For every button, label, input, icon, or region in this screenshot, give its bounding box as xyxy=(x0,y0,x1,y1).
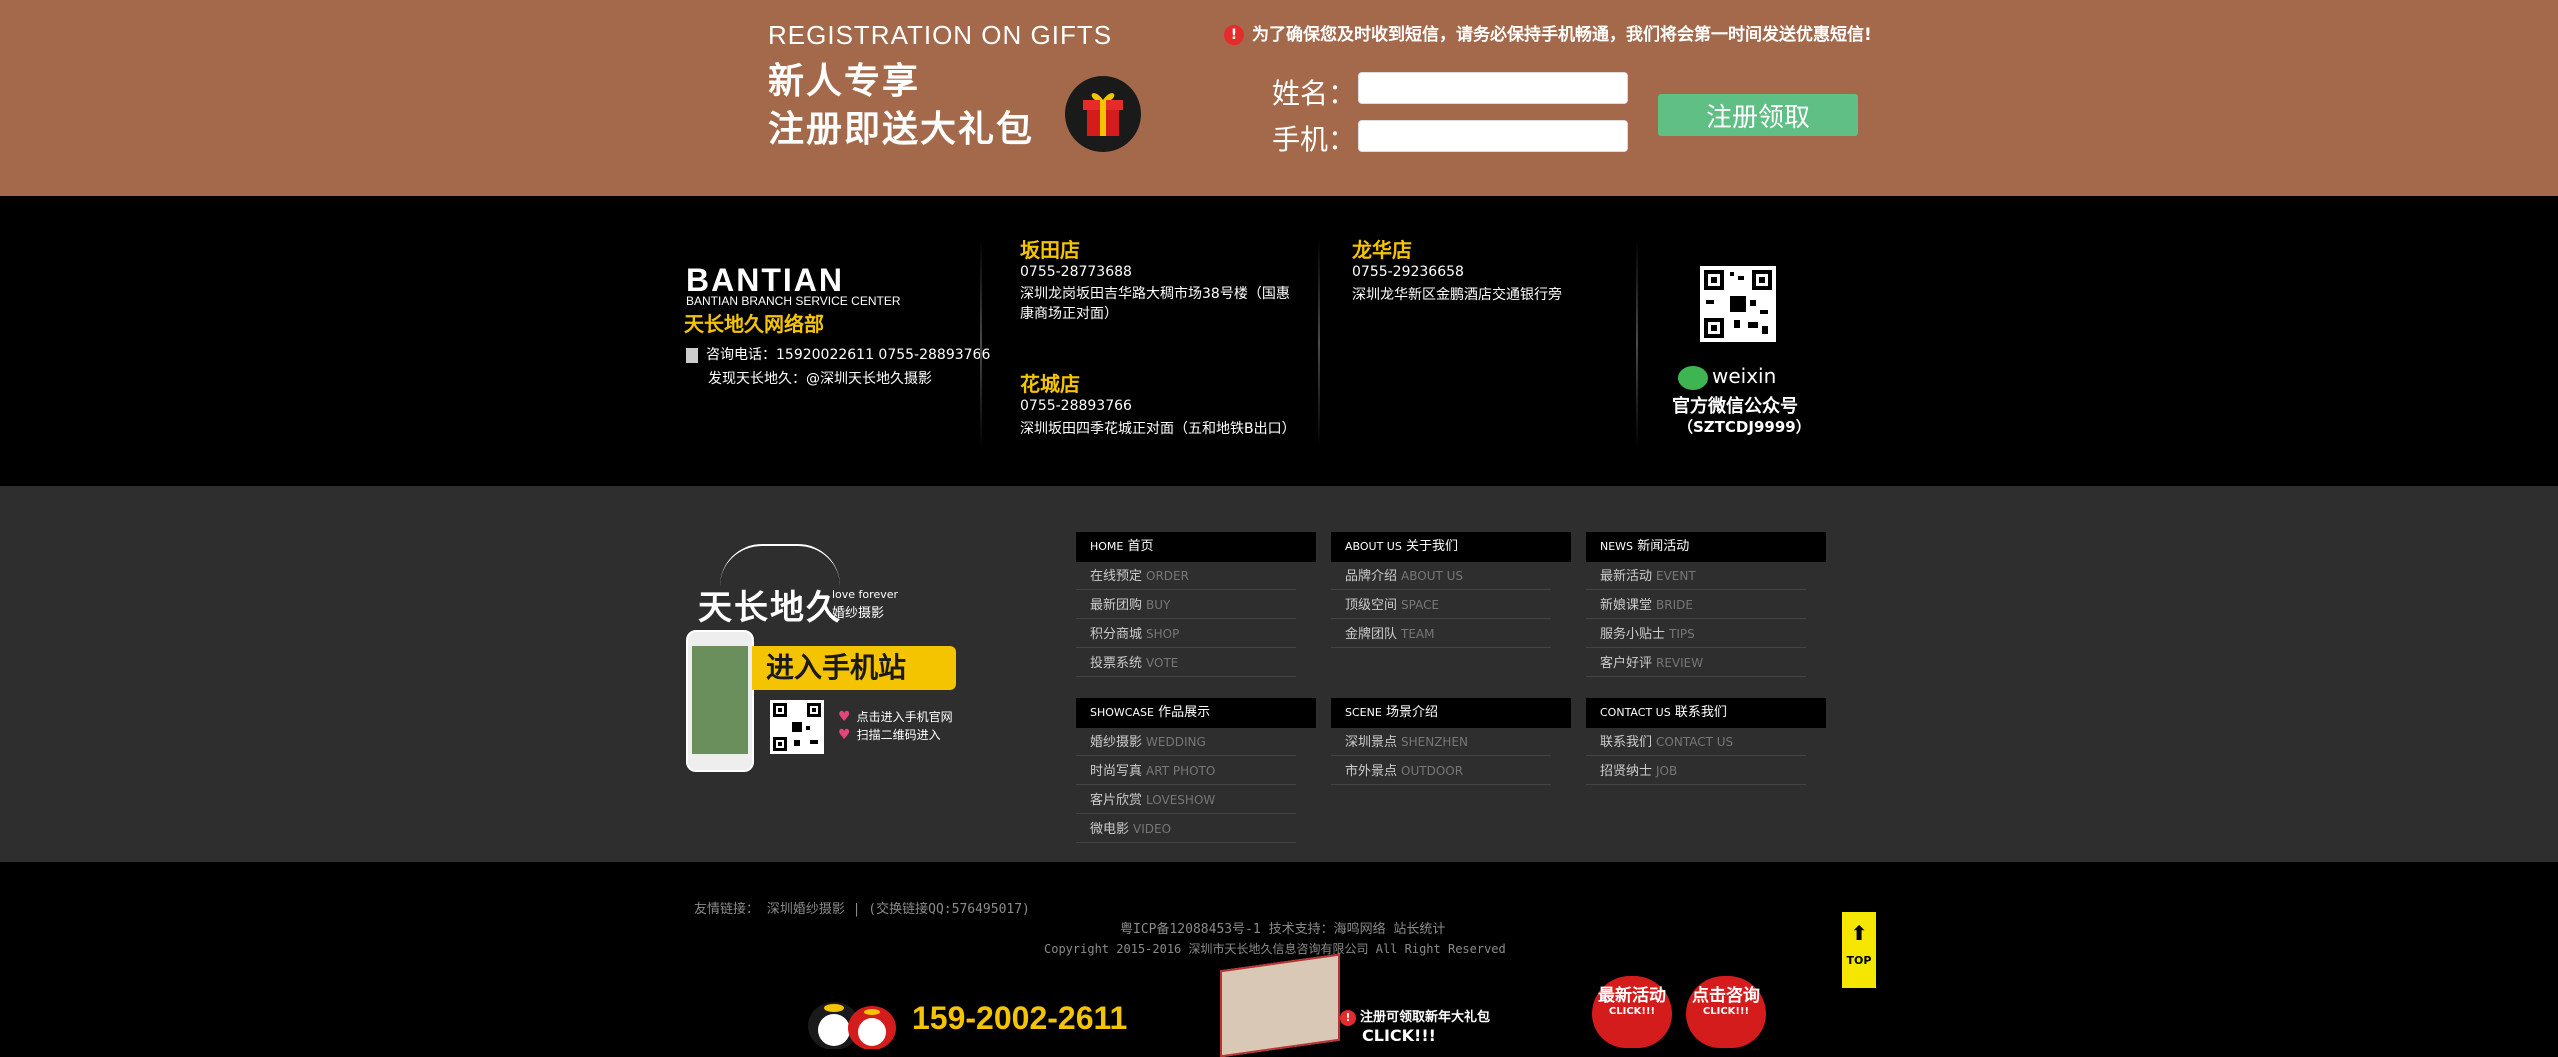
arrow-up-icon: ⬆ xyxy=(1850,921,1868,945)
divider xyxy=(1318,238,1320,448)
phone-icon xyxy=(686,347,698,363)
menu-head-showcase[interactable]: SHOWCASE 作品展示 xyxy=(1076,698,1316,728)
menu-head-about[interactable]: ABOUT US 关于我们 xyxy=(1331,532,1571,562)
footer-logo-en: love forever xyxy=(832,588,899,601)
branch-subtitle-en: BANTIAN BRANCH SERVICE CENTER xyxy=(686,294,901,308)
wechat-account: （SZTCDJ9999） xyxy=(1678,418,1811,436)
copyright: Copyright 2015-2016 深圳市天长地久信息咨询有限公司 All … xyxy=(1044,942,1506,956)
friend-links[interactable]: 友情链接： 深圳婚纱摄影 | (交换链接QQ:576495017) xyxy=(694,898,1030,917)
footer-logo-sub: 婚纱摄影 xyxy=(832,606,885,621)
store-address-bantian: 深圳龙岗坂田吉华路大稠市场38号楼（国惠康商场正对面） xyxy=(1020,286,1290,322)
menu-item-space[interactable]: 顶级空间 SPACE xyxy=(1331,591,1551,619)
branch-discover: 发现天长地久：@深圳天长地久摄影 xyxy=(708,371,932,387)
menu-item-shenzhen[interactable]: 深圳景点 SHENZHEN xyxy=(1331,728,1551,756)
consult-badge[interactable]: 点击咨询 CLICK!!! xyxy=(1686,976,1766,1048)
stores-section xyxy=(0,196,2558,486)
hotline-number: 159-2002-2611 xyxy=(912,1000,1128,1036)
name-input[interactable] xyxy=(1358,72,1628,104)
promo-text-label: 注册可领取新年大礼包 xyxy=(1360,1010,1491,1025)
footer-logo[interactable]: 天长地久 xyxy=(698,580,842,629)
store-name-longhua: 龙华店 xyxy=(1352,238,1412,262)
consult-click: CLICK!!! xyxy=(1702,1006,1750,1017)
phone-input[interactable] xyxy=(1358,120,1628,152)
menu-item-buy[interactable]: 最新团购 BUY xyxy=(1076,591,1296,619)
mobile-phone-screen xyxy=(692,646,748,754)
registration-title-cn-1: 新人专享 xyxy=(768,61,921,102)
warning-icon: ! xyxy=(1224,25,1244,45)
back-to-top-button[interactable]: ⬆ TOP xyxy=(1842,912,1876,988)
gift-icon xyxy=(1065,76,1141,152)
menu-item-shop[interactable]: 积分商城 SHOP xyxy=(1076,620,1296,648)
menu-item-order[interactable]: 在线预定 ORDER xyxy=(1076,562,1296,590)
weixin-brand: weixin xyxy=(1678,364,1776,390)
store-address-longhua: 深圳龙华新区金鹏酒店交通银行旁 xyxy=(1352,287,1562,303)
menu-head-news[interactable]: NEWS 新闻活动 xyxy=(1586,532,1826,562)
heart-icon: ♥ xyxy=(838,727,851,743)
menu-head-scene[interactable]: SCENE 场景介绍 xyxy=(1331,698,1571,728)
menu-item-outdoor[interactable]: 市外景点 OUTDOOR xyxy=(1331,757,1551,785)
consult-label: 点击咨询 xyxy=(1692,986,1760,1006)
registration-title-cn-2: 注册即送大礼包 xyxy=(768,109,1035,150)
menu-item-video[interactable]: 微电影 VIDEO xyxy=(1076,815,1296,843)
divider xyxy=(980,238,982,448)
mobile-note-1: ♥ 点击进入手机官网 xyxy=(838,708,953,725)
warning-icon: ! xyxy=(1340,1010,1356,1026)
menu-item-vote[interactable]: 投票系统 VOTE xyxy=(1076,649,1296,677)
latest-activity-click: CLICK!!! xyxy=(1608,1006,1656,1017)
wechat-qr-code xyxy=(1700,266,1776,342)
latest-activity-badge[interactable]: 最新活动 CLICK!!! xyxy=(1592,976,1672,1048)
menu-item-team[interactable]: 金牌团队 TEAM xyxy=(1331,620,1551,648)
store-name-bantian: 坂田店 xyxy=(1020,238,1080,262)
mobile-site-button[interactable]: 进入手机站 xyxy=(752,646,956,690)
branch-name-cn: 天长地久网络部 xyxy=(684,312,824,336)
menu-item-about-us[interactable]: 品牌介绍 ABOUT US xyxy=(1331,562,1551,590)
menu-item-loveshow[interactable]: 客片欣赏 LOVESHOW xyxy=(1076,786,1296,814)
store-tel-huacheng: 0755-28893766 xyxy=(1020,398,1132,414)
qq-penguin-icon[interactable] xyxy=(800,978,904,1050)
wechat-icon xyxy=(1678,365,1708,390)
icp-info: 粤ICP备12088453号-1 技术支持：海鸣网络 站长统计 xyxy=(1120,922,1446,937)
branch-phone: 咨询电话：15920022611 0755-28893766 xyxy=(686,344,990,364)
sms-notice-text: 为了确保您及时收到短信，请务必保持手机畅通，我们将会第一时间发送优惠短信! xyxy=(1252,25,1872,45)
mobile-note-2: ♥ 扫描二维码进入 xyxy=(838,726,941,743)
menu-item-event[interactable]: 最新活动 EVENT xyxy=(1586,562,1806,590)
top-label: TOP xyxy=(1846,954,1872,967)
menu-item-bride[interactable]: 新娘课堂 BRIDE xyxy=(1586,591,1806,619)
phone-label: 手机： xyxy=(1272,123,1357,156)
branch-phone-text: 咨询电话：15920022611 0755-28893766 xyxy=(706,347,991,363)
promo-click[interactable]: CLICK!!! xyxy=(1362,1026,1436,1045)
mobile-qr-code xyxy=(770,700,824,754)
store-tel-longhua: 0755-29236658 xyxy=(1352,264,1464,280)
menu-item-review[interactable]: 客户好评 REVIEW xyxy=(1586,649,1806,677)
wechat-title: 官方微信公众号 xyxy=(1672,396,1798,417)
register-button[interactable]: 注册领取 xyxy=(1658,94,1858,136)
latest-activity-label: 最新活动 xyxy=(1598,986,1666,1006)
store-tel-bantian: 0755-28773688 xyxy=(1020,264,1132,280)
name-label: 姓名： xyxy=(1272,77,1357,110)
menu-item-job[interactable]: 招贤纳士 JOB xyxy=(1586,757,1806,785)
menu-item-wedding[interactable]: 婚纱摄影 WEDDING xyxy=(1076,728,1296,756)
menu-item-contact-us[interactable]: 联系我们 CONTACT US xyxy=(1586,728,1806,756)
mobile-note-2-text: 扫描二维码进入 xyxy=(856,728,941,742)
store-name-huacheng: 花城店 xyxy=(1020,372,1080,396)
menu-item-tips[interactable]: 服务小贴士 TIPS xyxy=(1586,620,1806,648)
heart-icon: ♥ xyxy=(838,709,851,725)
gift-box-icon xyxy=(1220,953,1340,1057)
registration-title-en: REGISTRATION ON GIFTS xyxy=(768,20,1113,50)
menu-head-home[interactable]: HOME 首页 xyxy=(1076,532,1316,562)
store-address-huacheng: 深圳坂田四季花城正对面（五和地铁B出口） xyxy=(1020,421,1296,437)
menu-item-art-photo[interactable]: 时尚写真 ART PHOTO xyxy=(1076,757,1296,785)
sms-notice: ! 为了确保您及时收到短信，请务必保持手机畅通，我们将会第一时间发送优惠短信! xyxy=(1224,20,1872,45)
weixin-text: weixin xyxy=(1712,364,1777,388)
promo-text[interactable]: ! 注册可领取新年大礼包 xyxy=(1340,1006,1490,1026)
menu-head-contact[interactable]: CONTACT US 联系我们 xyxy=(1586,698,1826,728)
mobile-note-1-text: 点击进入手机官网 xyxy=(856,710,953,724)
divider xyxy=(1636,238,1638,448)
